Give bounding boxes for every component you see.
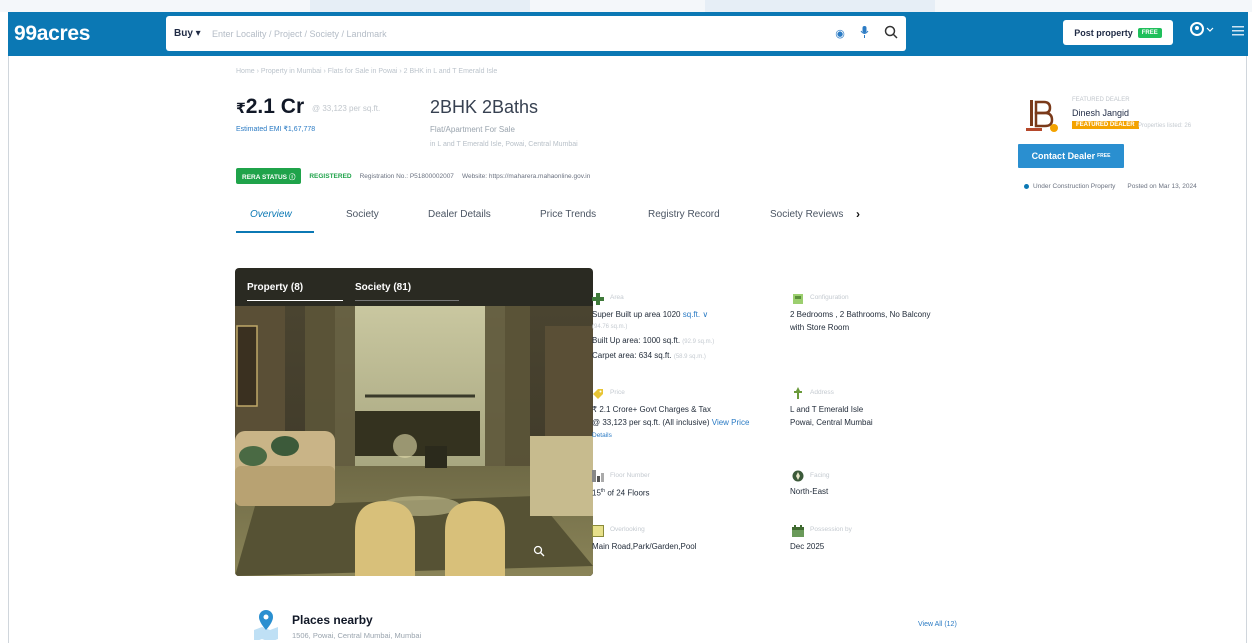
- page-border: [1246, 56, 1247, 643]
- price-line1: ₹ 2.1 Crore+ Govt Charges & Tax: [592, 405, 711, 414]
- rera-website[interactable]: Website: https://maharera.mahaonline.gov…: [462, 173, 590, 180]
- tab-overview[interactable]: Overview: [250, 209, 292, 220]
- hamburger-icon[interactable]: [1232, 23, 1244, 39]
- built-up-area: Built Up area: 1000 sq.ft.: [592, 336, 681, 345]
- area-icon: [592, 293, 604, 305]
- carpet-area: Carpet area: 634 sq.ft.: [592, 351, 672, 360]
- listing-title: 2BHK 2Baths: [430, 97, 539, 117]
- view-all-places-link[interactable]: View All (12): [918, 621, 957, 628]
- tab-registry-record[interactable]: Registry Record: [648, 209, 720, 220]
- floor-icon: [592, 470, 604, 482]
- floor-caption: Floor Number: [610, 472, 650, 479]
- configuration-line2: with Store Room: [790, 323, 850, 332]
- configuration-line1: 2 Bedrooms , 2 Bathrooms, No Balcony: [790, 310, 931, 319]
- zoom-icon[interactable]: [533, 545, 545, 560]
- tab-price-trends[interactable]: Price Trends: [540, 209, 596, 220]
- gallery-tab-society[interactable]: Society (81): [355, 282, 411, 293]
- facing-caption: Facing: [810, 472, 830, 479]
- tab-society[interactable]: Society: [346, 209, 379, 220]
- configuration-caption: Configuration: [810, 294, 849, 301]
- address-details: L and T Emerald Isle Powai, Central Mumb…: [790, 403, 873, 429]
- property-type: Flat/Apartment For Sale: [430, 125, 515, 134]
- dealer-name[interactable]: Dinesh Jangid: [1072, 108, 1129, 118]
- active-tab-indicator: [236, 231, 314, 233]
- ghost-tab: [310, 0, 530, 12]
- facing-value: North-East: [790, 487, 829, 496]
- address-line1: L and T Emerald Isle: [790, 405, 864, 414]
- listing-tabs: Overview Society Dealer Details Price Tr…: [236, 205, 866, 233]
- contact-dealer-button[interactable]: Contact Dealer FREE: [1018, 144, 1124, 168]
- post-property-label: Post property: [1074, 27, 1133, 38]
- listing-price: ₹2.1 Cr: [236, 95, 305, 118]
- floor-details: 15th of 24 Floors: [592, 488, 650, 498]
- area-details: Super Built up area 1020 sq.ft. ∨ (94.76…: [592, 310, 715, 360]
- area-caption: Area: [610, 294, 624, 301]
- top-navigation-bar: 99acres Buy ▾ Enter Locality / Project /…: [8, 12, 1248, 56]
- price-per-sqft: @ 33,123 per sq.ft.: [312, 104, 381, 113]
- gallery-tab-underline: [355, 300, 459, 301]
- post-property-button[interactable]: Post property FREE: [1063, 20, 1173, 45]
- property-photo[interactable]: [235, 306, 593, 576]
- ghost-tab: [705, 0, 935, 12]
- dealer-caption: FEATURED DEALER: [1072, 97, 1130, 103]
- map-pin-icon: [254, 610, 278, 640]
- estimated-emi-link[interactable]: Estimated EMI ₹1,67,778: [236, 125, 315, 133]
- price-value: 2.1 Cr: [245, 95, 305, 118]
- site-logo[interactable]: 99acres: [14, 22, 164, 46]
- possession-calendar-icon: [792, 525, 804, 537]
- photo-gallery[interactable]: Property (8) Society (81): [235, 268, 593, 576]
- search-bar[interactable]: Buy ▾ Enter Locality / Project / Society…: [166, 16, 906, 51]
- configuration-icon: [793, 294, 803, 304]
- location-icon[interactable]: ◉: [828, 27, 852, 40]
- address-caption: Address: [810, 389, 834, 396]
- dealer-extra-info: Properties listed: 26: [1138, 123, 1192, 129]
- free-badge: FREE: [1137, 27, 1162, 38]
- area-unit-dropdown[interactable]: sq.ft. ∨: [683, 310, 708, 319]
- price-tag-icon: [593, 389, 603, 399]
- user-icon[interactable]: [1190, 22, 1214, 42]
- places-nearby-title: Places nearby: [292, 613, 373, 627]
- search-input[interactable]: Enter Locality / Project / Society / Lan…: [212, 29, 828, 39]
- chevron-right-icon[interactable]: ›: [856, 207, 860, 221]
- dealer-logo: [1024, 98, 1060, 136]
- places-nearby-address: 1506, Powai, Central Mumbai, Mumbai: [292, 631, 422, 640]
- address-icon: [794, 387, 802, 399]
- tab-society-reviews[interactable]: Society Reviews: [770, 209, 843, 220]
- address-line2: Powai, Central Mumbai: [790, 418, 873, 427]
- featured-dealer-badge: FEATURED DEALER: [1072, 121, 1139, 129]
- page-border: [8, 56, 9, 643]
- status-dot-icon: [1024, 184, 1029, 189]
- price-details: ₹ 2.1 Crore+ Govt Charges & Tax @ 33,123…: [592, 403, 749, 442]
- search-icon[interactable]: [876, 25, 906, 42]
- gallery-tab-underline: [247, 300, 343, 301]
- property-address: in L and T Emerald Isle, Powai, Central …: [430, 141, 578, 148]
- posted-date: Posted on Mar 13, 2024: [1127, 183, 1197, 190]
- rera-status-badge[interactable]: RERA STATUS ⓘ: [236, 168, 302, 184]
- listing-status: Under Construction Property Posted on Ma…: [1024, 183, 1197, 190]
- registration-number: Registration No.: P51800002007: [359, 172, 454, 180]
- buy-dropdown[interactable]: Buy ▾: [174, 28, 212, 39]
- price-line2: @ 33,123 per sq.ft. (All inclusive): [592, 418, 710, 427]
- price-details-link[interactable]: Details: [592, 429, 749, 442]
- microphone-icon[interactable]: [852, 26, 876, 41]
- gallery-tab-property[interactable]: Property (8): [247, 282, 303, 293]
- price-caption: Price: [610, 389, 625, 396]
- super-built-up-area: Super Built up area 1020: [592, 310, 681, 319]
- possession-caption: Possession by: [810, 526, 852, 533]
- rera-row: RERA STATUS ⓘ REGISTERED Registration No…: [236, 168, 590, 184]
- breadcrumb[interactable]: Home › Property in Mumbai › Flats for Sa…: [236, 68, 497, 75]
- rera-registered-label: REGISTERED: [309, 172, 352, 180]
- configuration-details: 2 Bedrooms , 2 Bathrooms, No Balcony wit…: [790, 308, 931, 334]
- super-area-sqm: (94.76 sq.m.): [592, 324, 628, 330]
- top-strip: [0, 0, 1252, 12]
- compass-icon: [792, 470, 804, 482]
- tab-dealer-details[interactable]: Dealer Details: [428, 209, 491, 220]
- view-price-link[interactable]: View Price: [712, 418, 750, 427]
- overlooking-value: Main Road,Park/Garden,Pool: [592, 542, 697, 551]
- overlooking-caption: Overlooking: [610, 526, 645, 533]
- construction-status: Under Construction Property: [1033, 183, 1116, 190]
- overlooking-icon: [592, 525, 604, 537]
- possession-value: Dec 2025: [790, 542, 825, 551]
